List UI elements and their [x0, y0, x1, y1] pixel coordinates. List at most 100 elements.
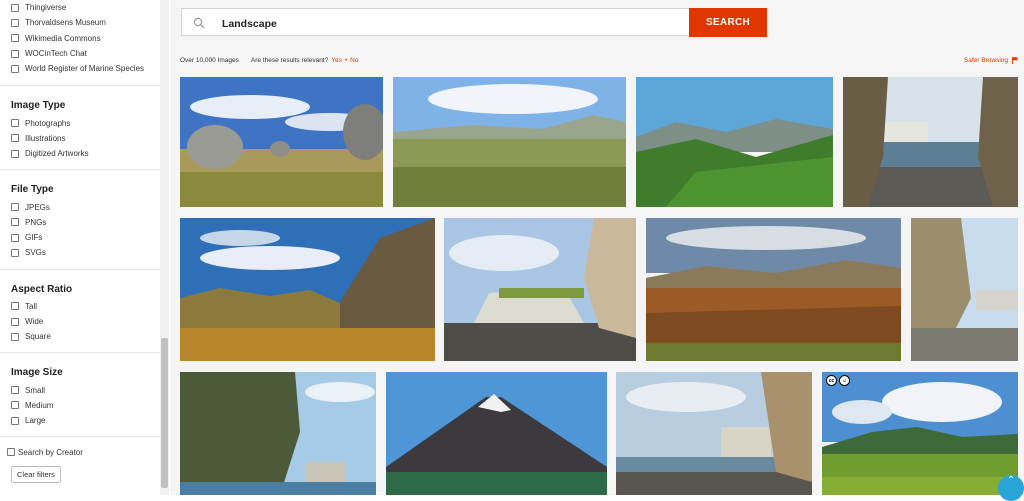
filter-pngs[interactable]: PNGs — [0, 215, 160, 230]
section-title: Image Size — [11, 367, 63, 379]
result-image[interactable]: cc ☺ — [822, 372, 1018, 495]
checkbox[interactable] — [11, 149, 19, 158]
filter-source-wikimedia[interactable]: Wikimedia Commons — [0, 31, 160, 46]
filter-illustrations[interactable]: Illustrations — [0, 131, 160, 146]
clear-filters-button[interactable]: Clear filters — [11, 466, 61, 484]
scrollbar-thumb[interactable] — [161, 338, 168, 488]
result-image[interactable] — [616, 372, 812, 495]
filter-small[interactable]: Small — [0, 382, 160, 397]
filter-label: GIFs — [25, 233, 43, 243]
section-title: Image Type — [11, 100, 66, 112]
result-image[interactable] — [646, 218, 901, 361]
filter-gifs[interactable]: GIFs — [0, 230, 160, 245]
checkbox[interactable] — [11, 64, 19, 73]
filter-label: SVGs — [25, 248, 46, 258]
filter-label: Wikimedia Commons — [25, 33, 101, 43]
filter-source-worms[interactable]: World Register of Marine Species — [0, 61, 160, 76]
filter-label: Search by Creator — [18, 447, 83, 457]
result-image[interactable] — [636, 77, 833, 207]
filter-label: Thorvaldsens Museum — [25, 18, 106, 28]
relevance-yes-link[interactable]: Yes — [331, 57, 342, 64]
checkbox[interactable] — [11, 416, 19, 425]
search-by-creator-toggle[interactable]: Search by Creator — [0, 445, 160, 459]
checkbox[interactable] — [11, 248, 19, 257]
filter-digitized-artworks[interactable]: Digitized Artworks — [0, 146, 160, 161]
filter-label: Tall — [25, 301, 38, 311]
checkbox[interactable] — [11, 233, 19, 242]
image-thumbnail — [393, 77, 626, 207]
checkbox[interactable] — [11, 18, 19, 27]
image-thumbnail — [180, 77, 383, 207]
cc-icon: cc ☺ — [826, 375, 852, 386]
arrow-up-icon: ⌃ — [1006, 475, 1016, 486]
checkbox[interactable] — [11, 49, 19, 58]
checkbox[interactable] — [11, 34, 19, 43]
checkbox[interactable] — [11, 302, 19, 311]
file-type-section: File Type JPEGs PNGs GIFs SVGs — [0, 169, 160, 268]
filter-label: World Register of Marine Species — [25, 64, 145, 74]
result-count: Over 10,000 Images — [180, 57, 239, 64]
checkbox[interactable] — [11, 119, 19, 128]
relevance-no-link[interactable]: No — [350, 57, 358, 64]
filter-svgs[interactable]: SVGs — [0, 245, 160, 260]
aspect-ratio-section: Aspect Ratio Tall Wide Square — [0, 268, 160, 353]
filter-source-thorvaldsens[interactable]: Thorvaldsens Museum — [0, 15, 160, 30]
scroll-to-top-button[interactable]: ⌃ — [998, 475, 1024, 501]
filter-large[interactable]: Large — [0, 413, 160, 428]
relevance-question: Are these results relevant? — [250, 57, 329, 64]
image-size-section: Image Size Small Medium Large — [0, 352, 160, 436]
result-image[interactable] — [444, 218, 636, 361]
checkbox[interactable] — [11, 203, 19, 212]
filter-label: Medium — [25, 400, 54, 410]
by-attribution-icon: ☺ — [839, 375, 850, 386]
filter-square[interactable]: Square — [0, 329, 160, 344]
result-image[interactable] — [911, 218, 1018, 361]
section-title: Aspect Ratio — [11, 283, 73, 295]
filter-label: Wide — [25, 317, 44, 326]
sidebar-scrollbar[interactable] — [160, 0, 169, 495]
filter-label: Small — [25, 385, 46, 395]
result-image[interactable] — [386, 372, 607, 495]
filter-medium[interactable]: Medium — [0, 398, 160, 413]
filter-label: Photographs — [25, 118, 71, 128]
filter-tall[interactable]: Tall — [0, 299, 160, 314]
safer-browsing-link[interactable]: Safer Browsing — [964, 57, 1018, 64]
result-image[interactable] — [180, 218, 435, 361]
checkbox[interactable] — [11, 218, 19, 227]
checkbox[interactable] — [11, 401, 19, 410]
result-image[interactable] — [180, 372, 376, 495]
checkbox[interactable] — [11, 134, 19, 143]
image-thumbnail — [646, 218, 901, 361]
image-thumbnail — [616, 372, 812, 495]
image-thumbnail — [444, 218, 636, 361]
filter-source-wocintech[interactable]: WOCinTech Chat — [0, 46, 160, 61]
flag-icon — [1012, 57, 1018, 64]
filter-source-thingiverse[interactable]: Thingiverse — [0, 0, 160, 15]
creator-section: Search by Creator Clear filters — [0, 436, 160, 484]
checkbox[interactable] — [11, 332, 19, 341]
filter-label: Square — [25, 332, 51, 342]
image-thumbnail — [180, 218, 435, 361]
filter-label: JPEGs — [25, 202, 50, 212]
search-button[interactable]: SEARCH — [689, 8, 767, 37]
checkbox[interactable] — [11, 3, 19, 12]
image-thumbnail — [843, 77, 1018, 207]
safer-browsing-label: Safer Browsing — [963, 57, 1008, 64]
filter-label: Illustrations — [25, 133, 66, 143]
image-thumbnail — [822, 372, 1018, 495]
result-image[interactable] — [843, 77, 1018, 207]
filter-wide[interactable]: Wide — [0, 314, 160, 329]
result-image[interactable] — [180, 77, 383, 207]
search-input[interactable] — [220, 13, 684, 34]
image-thumbnail — [386, 372, 607, 495]
result-image[interactable] — [393, 77, 626, 207]
filter-photographs[interactable]: Photographs — [0, 115, 160, 130]
image-thumbnail — [911, 218, 1018, 361]
image-type-section: Image Type Photographs Illustrations Dig… — [0, 85, 160, 169]
filter-jpegs[interactable]: JPEGs — [0, 199, 160, 214]
search-bar — [181, 8, 689, 36]
checkbox[interactable] — [7, 448, 15, 457]
image-thumbnail — [636, 77, 833, 207]
checkbox[interactable] — [11, 386, 19, 395]
checkbox[interactable] — [11, 317, 19, 326]
